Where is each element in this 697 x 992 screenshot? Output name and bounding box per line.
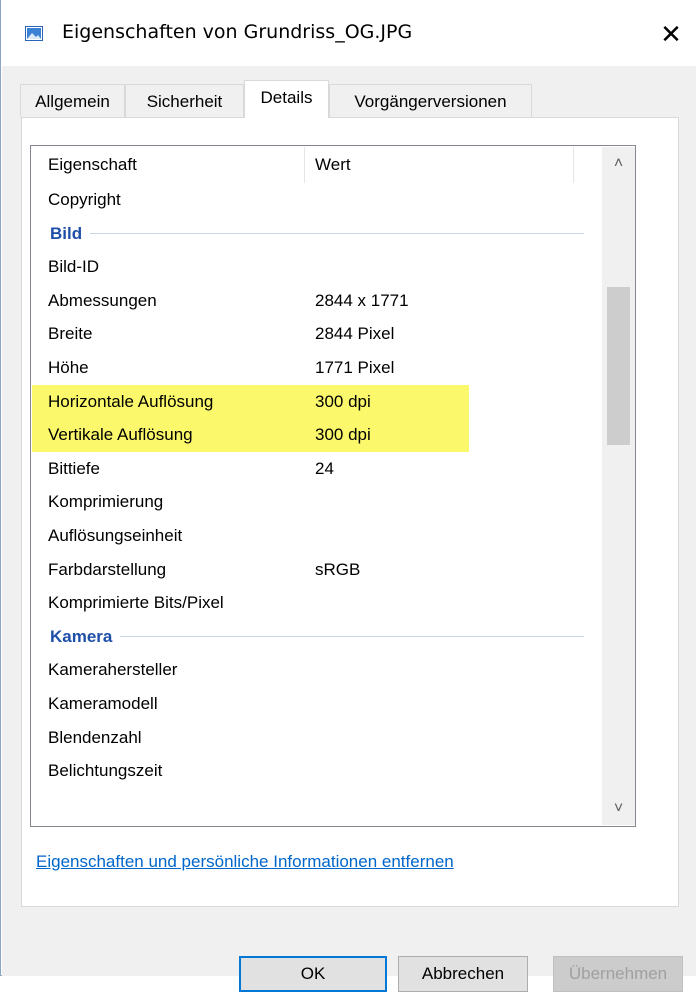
scrollbar-thumb[interactable] <box>607 287 630 445</box>
property-name: Belichtungszeit <box>48 761 163 781</box>
property-name: Copyright <box>48 190 121 209</box>
cancel-button[interactable]: Abbrechen <box>398 956 528 992</box>
property-value: 24 <box>315 458 334 478</box>
tab-allgemein[interactable]: Allgemein <box>20 84 125 117</box>
property-name: Horizontale Auflösung <box>48 391 214 411</box>
property-name: Auflösungseinheit <box>48 526 183 545</box>
column-divider[interactable] <box>304 147 305 183</box>
group-title: Bild <box>50 223 83 243</box>
list-row[interactable]: Copyright <box>32 183 602 216</box>
scroll-down-arrow-icon[interactable]: ˅ <box>602 792 635 825</box>
property-value: 2844 x 1771 <box>315 290 409 310</box>
property-name: Kameramodell <box>48 694 158 713</box>
ok-button[interactable]: OK <box>239 956 387 992</box>
close-button[interactable]: ✕ <box>649 14 693 54</box>
apply-button[interactable]: Übernehmen <box>553 956 683 992</box>
group-divider <box>90 232 584 234</box>
group-header-bild[interactable]: Bild <box>32 217 602 250</box>
property-list[interactable]: Eigenschaft Wert Copyright Bild Bild-ID Abm… <box>30 145 636 827</box>
property-name: Abmessungen <box>48 290 157 310</box>
property-value: sRGB <box>315 559 361 579</box>
group-header-kamera[interactable]: Kamera <box>32 620 602 653</box>
property-name: Vertikale Auflösung <box>48 425 193 445</box>
property-name: Höhe <box>48 358 89 377</box>
image-file-icon <box>25 26 43 41</box>
property-name: Komprimierte Bits/Pixel <box>48 593 224 613</box>
list-row[interactable]: Vertikale Auflösung 300 dpi <box>32 418 602 453</box>
property-name: Kamerahersteller <box>48 660 178 680</box>
column-header-eigenschaft[interactable]: Eigenschaft <box>48 147 137 183</box>
window-title: Eigenschaften von Grundriss_OG.JPG <box>62 21 413 43</box>
list-row[interactable]: Komprimierte Bits/Pixel <box>32 586 602 619</box>
list-row[interactable]: Farbdarstellung sRGB <box>32 553 602 586</box>
tab-vorgaengerversionen[interactable]: Vorgängerversionen <box>329 84 532 117</box>
vertical-scrollbar[interactable]: ˄ ˅ <box>602 147 635 825</box>
column-divider[interactable] <box>573 147 574 183</box>
tab-sicherheit[interactable]: Sicherheit <box>125 84 244 117</box>
property-name: Blendenzahl <box>48 727 142 747</box>
property-name: Farbdarstellung <box>48 559 167 579</box>
list-row[interactable]: Bittiefe 24 <box>32 452 602 485</box>
close-icon: ✕ <box>660 19 682 49</box>
list-row[interactable]: Belichtungszeit <box>32 754 602 787</box>
list-row[interactable]: Abmessungen 2844 x 1771 <box>32 284 602 317</box>
list-row[interactable]: Horizontale Auflösung 300 dpi <box>32 384 602 419</box>
tab-details[interactable]: Details <box>244 80 329 118</box>
property-name: Komprimierung <box>48 492 164 512</box>
scroll-up-arrow-icon[interactable]: ˄ <box>602 147 635 180</box>
list-row[interactable]: Höhe 1771 Pixel <box>32 351 602 384</box>
property-name: Bild-ID <box>48 257 100 277</box>
dialog-client-area: Allgemein Sicherheit Details Vorgängerve… <box>2 66 696 992</box>
list-row[interactable]: Breite 2844 Pixel <box>32 317 602 350</box>
list-row[interactable]: Kameramodell <box>32 687 602 720</box>
list-row[interactable]: Blendenzahl <box>32 721 602 754</box>
properties-dialog: Eigenschaften von Grundriss_OG.JPG ✕ All… <box>0 0 697 992</box>
group-title: Kamera <box>50 626 113 646</box>
property-name: Bittiefe <box>48 458 100 478</box>
property-value: 300 dpi <box>315 391 371 411</box>
property-value: 2844 Pixel <box>315 324 395 344</box>
title-bar[interactable]: Eigenschaften von Grundriss_OG.JPG ✕ <box>1 0 697 66</box>
property-value: 300 dpi <box>315 425 371 445</box>
list-header: Eigenschaft Wert <box>32 147 602 183</box>
column-header-wert[interactable]: Wert <box>315 147 351 183</box>
list-row[interactable]: Komprimierung <box>32 485 602 518</box>
list-row[interactable]: Bild-ID <box>32 250 602 283</box>
list-row[interactable]: Kamerahersteller <box>32 653 602 686</box>
property-value: 1771 Pixel <box>315 358 395 377</box>
remove-properties-link[interactable]: Eigenschaften und persönliche Informatio… <box>36 852 454 872</box>
group-divider <box>120 635 584 637</box>
list-row[interactable]: Auflösungseinheit <box>32 519 602 552</box>
property-name: Breite <box>48 324 93 344</box>
